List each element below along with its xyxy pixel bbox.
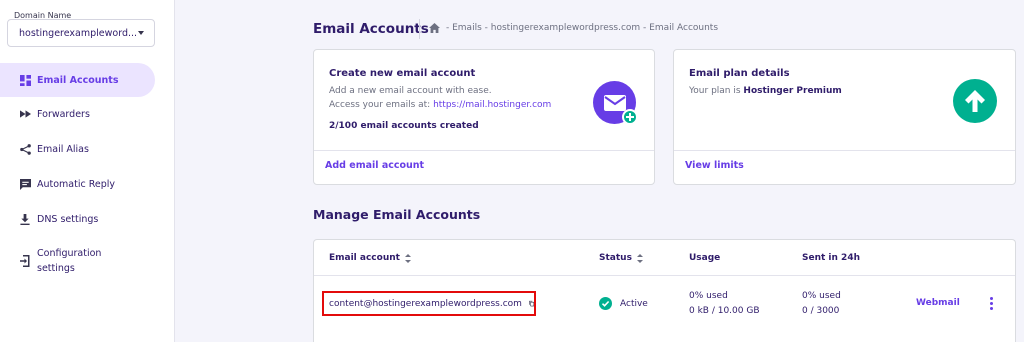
column-header-email-account[interactable]: Email account [329, 253, 411, 263]
sidebar-item-configuration-settings[interactable]: Configuration settings [0, 245, 155, 277]
usage-percent: 0% used [689, 291, 728, 301]
plus-badge-icon [622, 109, 638, 125]
column-label: Usage [689, 253, 721, 263]
accounts-count: 2/100 email accounts created [329, 121, 479, 131]
sidebar-item-label-line2: settings [37, 263, 75, 274]
webmail-url-link[interactable]: https://mail.hostinger.com [433, 100, 551, 110]
plan-card-title: Email plan details [689, 68, 790, 79]
breadcrumb-path: - Emails - hostingerexamplewordpress.com… [446, 23, 719, 33]
access-prefix: Access your emails at: [329, 100, 434, 110]
sidebar-item-label: Configuration [37, 248, 102, 259]
status-text: Active [620, 298, 648, 309]
page-title: Email Accounts [313, 21, 429, 37]
domain-select[interactable]: hostingerexampleword... [7, 19, 155, 47]
login-icon [19, 255, 31, 267]
column-label: Status [599, 253, 632, 263]
check-circle-icon [599, 297, 612, 310]
card-divider [314, 150, 654, 151]
manage-section-title: Manage Email Accounts [313, 207, 481, 222]
breadcrumb: - Emails - hostingerexamplewordpress.com… [429, 23, 718, 33]
sort-icon [636, 253, 643, 263]
column-label: Email account [329, 253, 400, 263]
copy-icon[interactable] [529, 298, 534, 309]
mail-add-icon [593, 81, 638, 125]
sidebar-item-label: Email Accounts [37, 74, 119, 86]
create-account-card: Create new email account Add a new email… [313, 49, 655, 185]
webmail-button[interactable]: Webmail [916, 298, 960, 308]
chat-icon [19, 178, 31, 190]
fast-forward-icon [19, 108, 31, 120]
sidebar-item-email-alias[interactable]: Email Alias [0, 140, 155, 158]
column-header-usage: Usage [689, 253, 720, 263]
column-header-sent: Sent in 24h [802, 253, 860, 263]
download-icon [19, 213, 31, 225]
sent-count: 0 / 3000 [802, 306, 840, 316]
sidebar-item-label: DNS settings [37, 213, 99, 225]
usage-size: 0 kB / 10.00 GB [689, 306, 760, 316]
create-card-title: Create new email account [329, 68, 476, 79]
sort-icon [404, 253, 411, 263]
sidebar-item-email-accounts[interactable]: Email Accounts [0, 63, 155, 97]
status-badge: Active [599, 297, 648, 310]
caret-down-icon [138, 31, 144, 35]
sidebar-item-automatic-reply[interactable]: Automatic Reply [0, 175, 155, 193]
dashboard-icon [19, 74, 31, 86]
sidebar-item-forwarders[interactable]: Forwarders [0, 105, 155, 123]
more-options-icon[interactable] [990, 297, 994, 311]
create-card-text: Add a new email account with ease. [329, 86, 492, 96]
email-address: content@hostingerexamplewordpress.com [329, 298, 522, 309]
header-divider [419, 19, 420, 39]
table-header-divider [314, 275, 1015, 276]
sidebar-item-label: Email Alias [37, 143, 89, 155]
view-limits-button[interactable]: View limits [685, 160, 744, 171]
email-highlight-box: content@hostingerexamplewordpress.com [322, 291, 536, 316]
plan-details-card: Email plan details Your plan is Hostinge… [673, 49, 1016, 185]
home-icon[interactable] [429, 23, 440, 33]
sent-percent: 0% used [802, 291, 841, 301]
sidebar-item-dns-settings[interactable]: DNS settings [0, 210, 155, 228]
sidebar-item-label: Automatic Reply [37, 178, 116, 190]
add-email-account-button[interactable]: Add email account [325, 160, 424, 171]
column-label: Sent in 24h [802, 253, 860, 263]
share-icon [19, 143, 31, 155]
sidebar-item-label: Forwarders [37, 108, 90, 120]
arrow-up-icon [953, 79, 997, 123]
column-header-status[interactable]: Status [599, 253, 643, 263]
plan-card-text: Your plan is Hostinger Premium [689, 86, 842, 96]
sidebar: Domain Name hostingerexampleword... Emai… [0, 0, 175, 342]
domain-select-value: hostingerexampleword... [19, 27, 138, 39]
create-card-access: Access your emails at: https://mail.host… [329, 100, 551, 110]
card-divider [674, 150, 1015, 151]
plan-prefix: Your plan is [689, 86, 744, 96]
plan-name: Hostinger Premium [743, 86, 842, 96]
